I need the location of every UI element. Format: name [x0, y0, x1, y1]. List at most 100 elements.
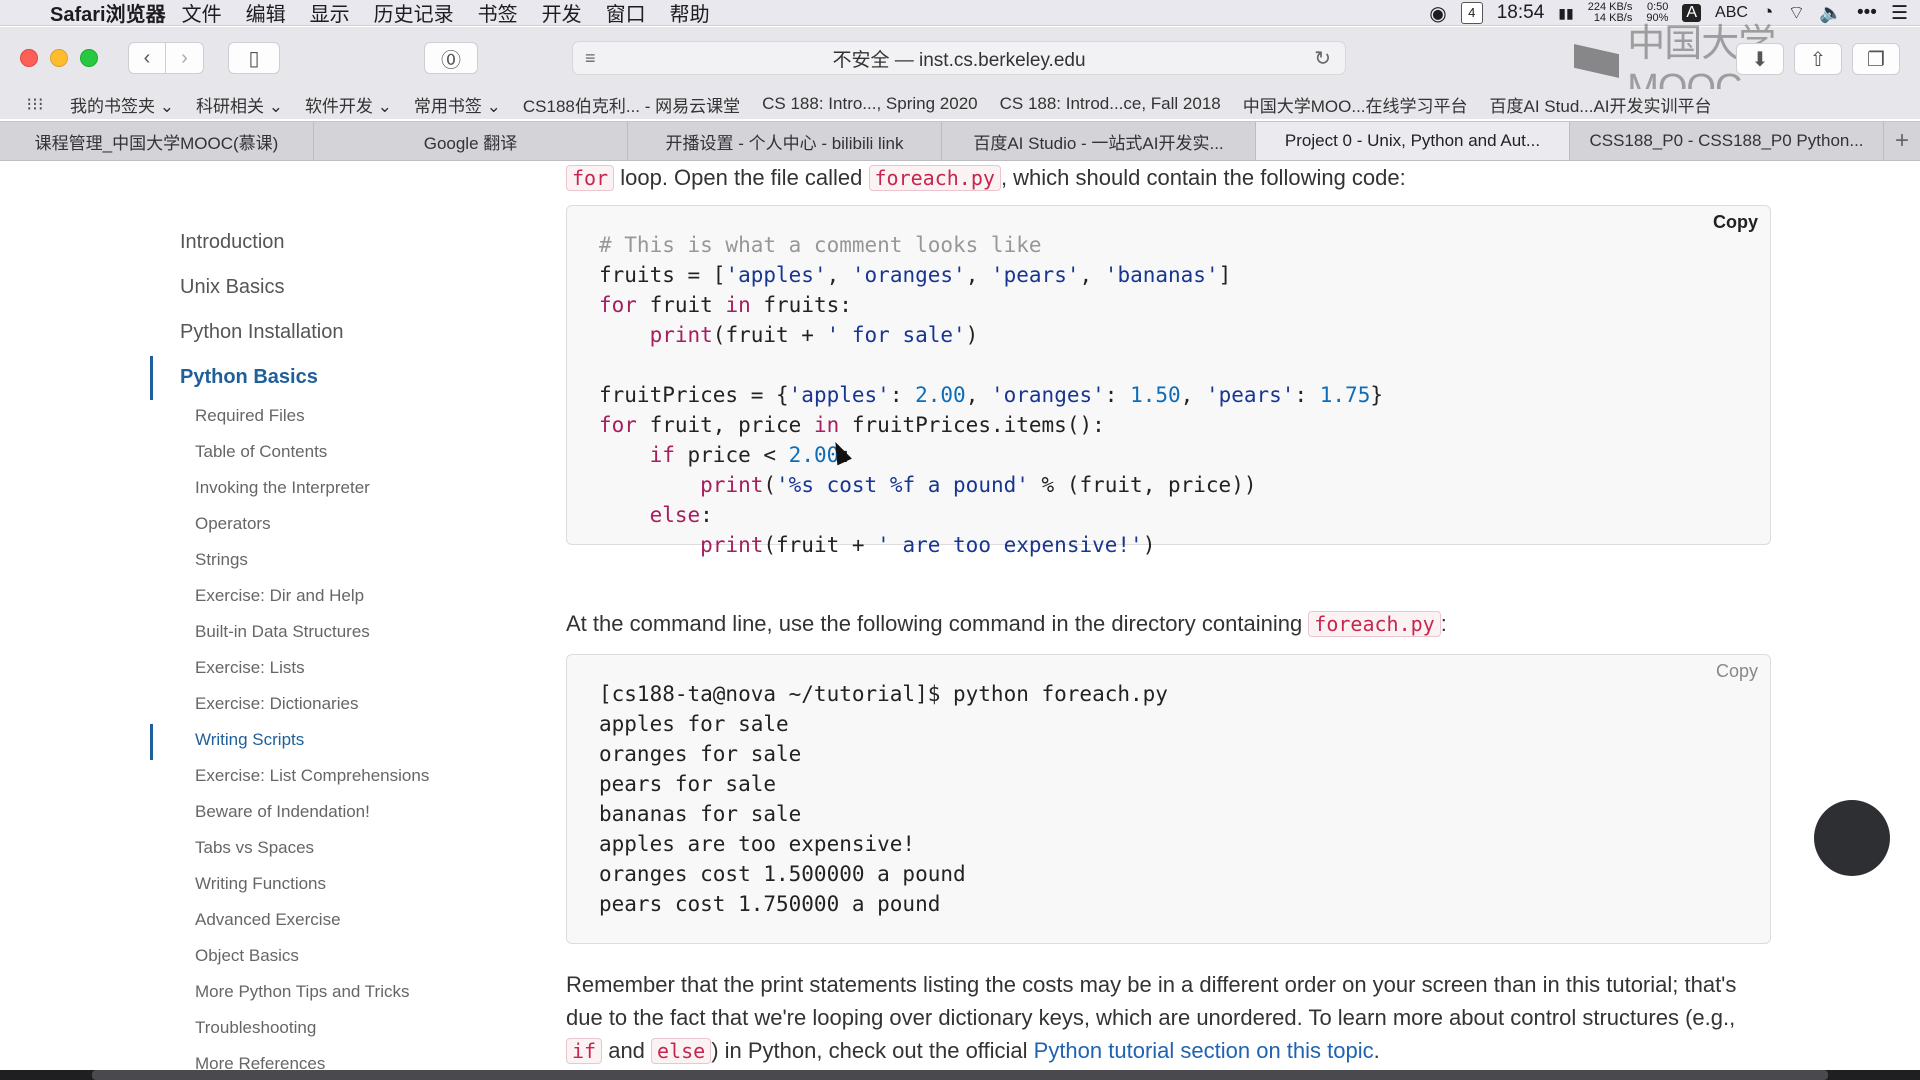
- toc-sub-item[interactable]: More Python Tips and Tricks: [195, 982, 409, 1002]
- toc-item-unix-basics[interactable]: Unix Basics: [180, 276, 284, 299]
- code-block-foreach: Copy # This is what a comment looks like…: [566, 205, 1771, 557]
- network-speed[interactable]: 224 KB/s 14 KB/s: [1588, 2, 1633, 24]
- downloads-button[interactable]: ⬇: [1736, 43, 1784, 75]
- browser-tab[interactable]: CSS188_P0 - CSS188_P0 Python...: [1570, 122, 1884, 160]
- toc-active-bar: [150, 356, 153, 400]
- browser-tab[interactable]: 课程管理_中国大学MOOC(慕课): [0, 122, 314, 160]
- list-menu-icon[interactable]: ☰: [1891, 2, 1908, 25]
- menu-window[interactable]: 窗口: [606, 0, 662, 27]
- bookmark-item[interactable]: 中国大学MOO...在线学习平台: [1243, 92, 1468, 117]
- menu-help[interactable]: 帮助: [670, 0, 726, 27]
- safari-toolbar: ‹ › ▯ ⓪ ≡ 不安全 — inst.cs.berkeley.edu ↻ 中…: [0, 23, 1920, 109]
- forward-button[interactable]: ›: [166, 42, 204, 74]
- menu-file[interactable]: 文件: [182, 0, 238, 27]
- toc-sub-item[interactable]: Table of Contents: [195, 442, 327, 462]
- close-window-button[interactable]: [20, 49, 38, 67]
- back-button[interactable]: ‹: [128, 42, 166, 74]
- fullscreen-window-button[interactable]: [80, 49, 98, 67]
- toc-sub-item[interactable]: Built-in Data Structures: [195, 622, 370, 642]
- minimize-window-button[interactable]: [50, 49, 68, 67]
- bookmark-item[interactable]: 科研相关 ⌄: [196, 92, 283, 117]
- toc-active-sub-bar: [150, 724, 153, 760]
- toc-sub-item[interactable]: Exercise: List Comprehensions: [195, 766, 429, 786]
- clock[interactable]: 18:54: [1497, 2, 1545, 24]
- code-content: # This is what a comment looks like frui…: [599, 233, 1383, 557]
- output-line: bananas for sale: [599, 802, 802, 826]
- toc-sub-item[interactable]: Strings: [195, 550, 248, 570]
- bookmark-item[interactable]: CS 188: Introd...ce, Fall 2018: [1000, 94, 1221, 114]
- output-line: pears cost 1.750000 a pound: [599, 892, 941, 916]
- floating-record-button[interactable]: [1814, 800, 1890, 876]
- remember-line-3: if and else) in Python, check out the of…: [566, 1034, 1771, 1068]
- command-text: At the command line, use the following c…: [566, 611, 1309, 636]
- bookmark-item[interactable]: 我的书签夹 ⌄: [70, 92, 174, 117]
- tab-bar: 课程管理_中国大学MOOC(慕课) Google 翻译 开播设置 - 个人中心 …: [0, 121, 1920, 161]
- browser-tab[interactable]: Google 翻译: [314, 122, 628, 160]
- toc-sub-item[interactable]: Writing Functions: [195, 874, 326, 894]
- bookmark-item[interactable]: CS 188: Intro..., Spring 2020: [762, 94, 977, 114]
- bookmark-item[interactable]: CS188伯克利... - 网易云课堂: [523, 92, 740, 117]
- remember-line-2: due to the fact that we're looping over …: [566, 1005, 1736, 1030]
- web-page: Introduction Unix Basics Python Installa…: [0, 161, 1920, 1080]
- toc-sub-item-active[interactable]: Writing Scripts: [195, 730, 304, 750]
- toc-sub-item[interactable]: Beware of Indendation!: [195, 802, 370, 822]
- copy-code-button[interactable]: Copy: [1713, 212, 1758, 233]
- menu-bookmarks[interactable]: 书签: [478, 0, 534, 27]
- bookmark-item[interactable]: 常用书签 ⌄: [414, 92, 501, 117]
- calendar-day: 4: [1468, 5, 1476, 20]
- output-line: [cs188-ta@nova ~/tutorial]$ python forea…: [599, 682, 1168, 706]
- intro-text-end: , which should contain the following cod…: [1000, 165, 1406, 190]
- toc-sub-item[interactable]: Tabs vs Spaces: [195, 838, 314, 858]
- tab-overview-button[interactable]: ❐: [1852, 43, 1900, 75]
- toc-item-introduction[interactable]: Introduction: [180, 231, 285, 254]
- menu-app-name[interactable]: Safari浏览器: [50, 0, 166, 27]
- privacy-report-button[interactable]: ⓪: [424, 42, 478, 74]
- app-status-icon[interactable]: ◉: [1429, 1, 1446, 26]
- new-tab-button[interactable]: +: [1884, 122, 1920, 160]
- toc-item-python-basics[interactable]: Python Basics: [180, 366, 318, 389]
- plus-icon: +: [1894, 127, 1909, 154]
- output-line: pears for sale: [599, 772, 777, 796]
- share-button[interactable]: ⇧: [1794, 43, 1842, 75]
- cpu-meter-icon[interactable]: ▮▮: [1558, 5, 1573, 22]
- copy-output-button[interactable]: Copy: [1716, 661, 1758, 682]
- address-bar[interactable]: ≡ 不安全 — inst.cs.berkeley.edu ↻: [572, 41, 1346, 75]
- sidebar-toggle-button[interactable]: ▯: [228, 42, 280, 74]
- remember-line-1: Remember that the print statements listi…: [566, 972, 1737, 997]
- python-tutorial-link[interactable]: Python tutorial section on this topic: [1034, 1038, 1374, 1063]
- menu-develop[interactable]: 开发: [542, 0, 598, 27]
- menu-view[interactable]: 显示: [310, 0, 366, 27]
- browser-tab[interactable]: 百度AI Studio - 一站式AI开发实...: [942, 122, 1256, 160]
- toc-sub-item[interactable]: Exercise: Dictionaries: [195, 694, 358, 714]
- output-content: [cs188-ta@nova ~/tutorial]$ python forea…: [567, 655, 1770, 943]
- inline-code-filename: foreach.py: [868, 165, 1001, 191]
- menu-edit[interactable]: 编辑: [246, 0, 302, 27]
- output-line: oranges for sale: [599, 742, 802, 766]
- reader-view-icon[interactable]: ≡: [585, 48, 596, 69]
- chevron-left-icon: ‹: [143, 46, 151, 69]
- grid-icon[interactable]: ⁝⁝⁝: [0, 94, 70, 115]
- toc-sub-item[interactable]: Object Basics: [195, 946, 299, 966]
- toc-sub-item[interactable]: Operators: [195, 514, 271, 534]
- browser-tab-active[interactable]: Project 0 - Unix, Python and Aut...: [1256, 122, 1570, 160]
- toc-sub-item[interactable]: Invoking the Interpreter: [195, 478, 370, 498]
- inline-code: for: [566, 165, 615, 191]
- reload-icon[interactable]: ↻: [1314, 46, 1331, 71]
- network-down: 14 KB/s: [1593, 12, 1633, 24]
- toc-item-python-installation[interactable]: Python Installation: [180, 321, 343, 344]
- menu-history[interactable]: 历史记录: [374, 0, 470, 27]
- toc-sub-item[interactable]: Exercise: Dir and Help: [195, 586, 364, 606]
- share-icon: ⇧: [1809, 48, 1827, 71]
- browser-tab[interactable]: 开播设置 - 个人中心 - bilibili link: [628, 122, 942, 160]
- toc-sub-item[interactable]: Exercise: Lists: [195, 658, 305, 678]
- toc-sub-item[interactable]: Required Files: [195, 406, 305, 426]
- intro-text: loop. Open the file called: [614, 165, 869, 190]
- inline-code-else: else: [651, 1038, 712, 1064]
- calendar-icon[interactable]: 4: [1460, 2, 1483, 24]
- toc-sub-item[interactable]: Advanced Exercise: [195, 910, 341, 930]
- toc-sub-item[interactable]: Troubleshooting: [195, 1018, 316, 1038]
- tabs-icon: ❐: [1867, 48, 1885, 71]
- bookmark-item[interactable]: 百度AI Stud...AI开发实训平台: [1490, 92, 1712, 117]
- remember-text-3: ) in Python, check out the official: [711, 1038, 1034, 1063]
- bookmark-item[interactable]: 软件开发 ⌄: [305, 92, 392, 117]
